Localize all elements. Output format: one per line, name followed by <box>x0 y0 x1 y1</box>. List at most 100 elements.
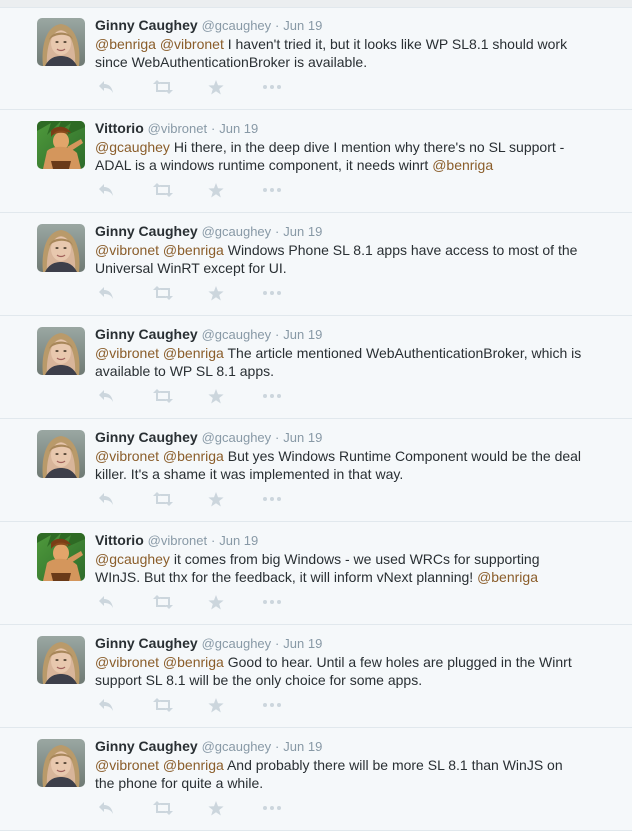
tweet-text: @vibronet @benriga And probably there wi… <box>95 756 585 792</box>
more-button[interactable] <box>261 593 283 611</box>
avatar[interactable] <box>37 121 85 169</box>
reply-button[interactable] <box>95 593 117 611</box>
avatar[interactable] <box>37 224 85 272</box>
favorite-button[interactable] <box>207 78 225 96</box>
retweet-button[interactable] <box>151 181 175 199</box>
mention-link[interactable]: @benriga <box>163 242 224 258</box>
retweet-button[interactable] <box>151 284 175 302</box>
author-name[interactable]: Vittorio <box>95 532 144 548</box>
favorite-button[interactable] <box>207 181 225 199</box>
author-name[interactable]: Ginny Caughey <box>95 429 198 445</box>
timestamp-link[interactable]: Jun 19 <box>283 430 322 445</box>
author-name[interactable]: Ginny Caughey <box>95 635 198 651</box>
more-icon <box>263 85 281 89</box>
author-handle[interactable]: @gcaughey <box>202 224 272 239</box>
mention-link[interactable]: @benriga <box>163 654 224 670</box>
reply-button[interactable] <box>95 696 117 714</box>
more-button[interactable] <box>261 490 283 508</box>
retweet-button[interactable] <box>151 593 175 611</box>
mention-link[interactable]: @vibronet <box>95 654 159 670</box>
tweet[interactable]: Ginny Caughey @gcaughey · Jun 19 @vibrone… <box>0 420 632 522</box>
tweet[interactable]: Ginny Caughey @gcaughey · Jun 19 @vibrone… <box>0 317 632 419</box>
author-name[interactable]: Ginny Caughey <box>95 223 198 239</box>
tweet[interactable]: Ginny Caughey @gcaughey · Jun 19 @vibrone… <box>0 214 632 316</box>
mention-link[interactable]: @vibronet <box>95 448 159 464</box>
tweet-actions <box>95 181 283 199</box>
author-handle[interactable]: @gcaughey <box>202 430 272 445</box>
author-name[interactable]: Ginny Caughey <box>95 738 198 754</box>
favorite-button[interactable] <box>207 387 225 405</box>
retweet-button[interactable] <box>151 696 175 714</box>
timestamp-link[interactable]: Jun 19 <box>283 739 322 754</box>
avatar[interactable] <box>37 18 85 66</box>
mention-link[interactable]: @benriga <box>163 448 224 464</box>
mention-link[interactable]: @vibronet <box>95 345 159 361</box>
tweet-text: @gcaughey Hi there, in the deep dive I m… <box>95 138 585 174</box>
reply-button[interactable] <box>95 387 117 405</box>
reply-button[interactable] <box>95 78 117 96</box>
author-handle[interactable]: @gcaughey <box>202 327 272 342</box>
avatar[interactable] <box>37 636 85 684</box>
avatar[interactable] <box>37 327 85 375</box>
timestamp-link[interactable]: Jun 19 <box>283 18 322 33</box>
tweet-text: @vibronet @benriga Windows Phone SL 8.1 … <box>95 241 585 277</box>
author-handle[interactable]: @gcaughey <box>202 18 272 33</box>
reply-button[interactable] <box>95 799 117 817</box>
author-handle[interactable]: @gcaughey <box>202 636 272 651</box>
separator: · <box>275 739 280 754</box>
more-button[interactable] <box>261 387 283 405</box>
more-icon <box>263 497 281 501</box>
retweet-button[interactable] <box>151 799 175 817</box>
tweet[interactable]: Vittorio @vibronet · Jun 19 @gcaughey Hi … <box>0 111 632 213</box>
reply-button[interactable] <box>95 490 117 508</box>
author-name[interactable]: Ginny Caughey <box>95 326 198 342</box>
more-button[interactable] <box>261 78 283 96</box>
reply-icon <box>98 389 114 403</box>
more-button[interactable] <box>261 799 283 817</box>
avatar[interactable] <box>37 739 85 787</box>
tweet[interactable]: Ginny Caughey @gcaughey · Jun 19 @vibrone… <box>0 729 632 831</box>
timestamp-link[interactable]: Jun 19 <box>283 327 322 342</box>
avatar[interactable] <box>37 533 85 581</box>
author-handle[interactable]: @gcaughey <box>202 739 272 754</box>
tweet-text: @vibronet @benriga The article mentioned… <box>95 344 585 380</box>
favorite-button[interactable] <box>207 284 225 302</box>
mention-link[interactable]: @benriga <box>163 757 224 773</box>
author-name[interactable]: Ginny Caughey <box>95 17 198 33</box>
mention-link[interactable]: @vibronet <box>95 757 159 773</box>
timestamp-link[interactable]: Jun 19 <box>219 533 258 548</box>
mention-link[interactable]: @benriga <box>163 345 224 361</box>
tweet-header: Ginny Caughey @gcaughey · Jun 19 <box>95 17 322 34</box>
more-button[interactable] <box>261 181 283 199</box>
favorite-button[interactable] <box>207 490 225 508</box>
mention-link[interactable]: @benriga <box>95 36 156 52</box>
retweet-button[interactable] <box>151 78 175 96</box>
timestamp-link[interactable]: Jun 19 <box>283 636 322 651</box>
author-name[interactable]: Vittorio <box>95 120 144 136</box>
timestamp-link[interactable]: Jun 19 <box>219 121 258 136</box>
timestamp-link[interactable]: Jun 19 <box>283 224 322 239</box>
author-handle[interactable]: @vibronet <box>148 533 207 548</box>
favorite-button[interactable] <box>207 593 225 611</box>
more-button[interactable] <box>261 696 283 714</box>
mention-link[interactable]: @vibronet <box>160 36 224 52</box>
tweet[interactable]: Ginny Caughey @gcaughey · Jun 19 @benriga… <box>0 8 632 110</box>
mention-link[interactable]: @gcaughey <box>95 139 170 155</box>
retweet-button[interactable] <box>151 490 175 508</box>
mention-link[interactable]: @benriga <box>432 157 493 173</box>
more-icon <box>263 600 281 604</box>
author-handle[interactable]: @vibronet <box>148 121 207 136</box>
favorite-button[interactable] <box>207 799 225 817</box>
tweet[interactable]: Vittorio @vibronet · Jun 19 @gcaughey it … <box>0 523 632 625</box>
tweet[interactable]: Ginny Caughey @gcaughey · Jun 19 @vibrone… <box>0 626 632 728</box>
retweet-button[interactable] <box>151 387 175 405</box>
more-button[interactable] <box>261 284 283 302</box>
avatar[interactable] <box>37 430 85 478</box>
mention-link[interactable]: @benriga <box>477 569 538 585</box>
reply-button[interactable] <box>95 181 117 199</box>
reply-button[interactable] <box>95 284 117 302</box>
mention-link[interactable]: @gcaughey <box>95 551 170 567</box>
favorite-button[interactable] <box>207 696 225 714</box>
more-icon <box>263 188 281 192</box>
mention-link[interactable]: @vibronet <box>95 242 159 258</box>
